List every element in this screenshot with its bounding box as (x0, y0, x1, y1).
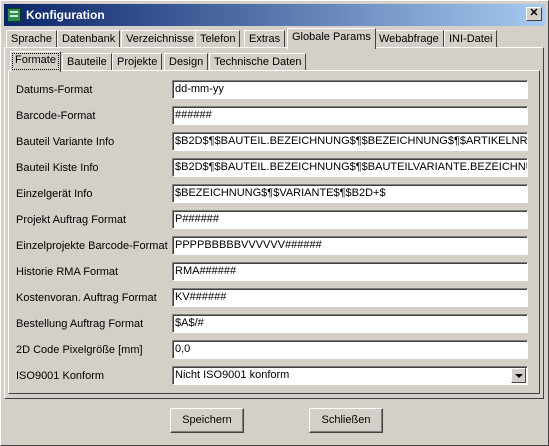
einzelprojekte-barcode-format-field[interactable]: PPPPBBBBBVVVVVV###### (172, 236, 528, 255)
tab-verzeichnisse[interactable]: Verzeichnisse (121, 30, 199, 48)
tab-technische-daten[interactable]: Technische Daten (209, 53, 307, 71)
iso9001-selected-value: Nicht ISO9001 konform (175, 369, 290, 381)
label-bauteil-variante-info: Bauteil Variante Info (16, 136, 115, 148)
close-icon: ✕ (529, 7, 539, 19)
label-einzelprojekte-barcode-format: Einzelprojekte Barcode-Format (16, 240, 168, 252)
label-iso9001-konform: ISO9001 Konform (16, 370, 105, 382)
chevron-down-icon[interactable] (511, 368, 526, 383)
label-kostenvoran-auftrag-format: Kostenvoran. Auftrag Format (16, 292, 157, 304)
main-tab-row: Sprache Datenbank Verzeichnisse Telefon … (6, 28, 536, 49)
tab-formate[interactable]: Formate (10, 51, 61, 72)
title-bar[interactable]: Konfiguration ✕ (4, 4, 545, 26)
tab-bauteile[interactable]: Bauteile (62, 53, 112, 71)
tab-projekte[interactable]: Projekte (112, 53, 163, 71)
tab-sprache[interactable]: Sprache (6, 30, 57, 48)
bauteil-variante-info-field[interactable]: $B2D$¶$BAUTEIL.BEZEICHNUNG$¶$BEZEICHNUNG… (172, 132, 528, 151)
tab-telefon[interactable]: Telefon (195, 30, 241, 48)
sub-tab-row: Formate Bauteile Projekte Design Technis… (10, 51, 310, 72)
label-datums-format: Datums-Format (16, 84, 93, 96)
save-button[interactable]: Speichern (170, 408, 244, 433)
datums-format-field[interactable]: dd-mm-yy (172, 80, 528, 99)
tab-webabfrage[interactable]: Webabfrage (374, 30, 444, 48)
window-title: Konfiguration (26, 8, 105, 22)
label-historie-rma-format: Historie RMA Format (16, 266, 119, 278)
kostenvoran-auftrag-format-field[interactable]: KV###### (172, 288, 528, 307)
iso9001-konform-select[interactable]: Nicht ISO9001 konform (172, 366, 528, 385)
close-button[interactable]: Schließen (309, 408, 383, 433)
tab-datenbank[interactable]: Datenbank (57, 30, 121, 48)
label-2d-code-pixelgroesse: 2D Code Pixelgröße [mm] (16, 344, 143, 356)
label-bestellung-auftrag-format: Bestellung Auftrag Format (16, 318, 144, 330)
projekt-auftrag-format-field[interactable]: P###### (172, 210, 528, 229)
bauteil-kiste-info-field[interactable]: $B2D$¶$BAUTEIL.BEZEICHNUNG$¶$BAUTEILVARI… (172, 158, 528, 177)
tab-globale-params[interactable]: Globale Params (287, 28, 376, 49)
bestellung-auftrag-format-field[interactable]: $A$/# (172, 314, 528, 333)
einzelgeraet-info-field[interactable]: $BEZEICHNUNG$¶$VARIANTE$¶$B2D+$ (172, 184, 528, 203)
label-bauteil-kiste-info: Bauteil Kiste Info (16, 162, 99, 174)
2d-code-pixelgroesse-field[interactable]: 0,0 (172, 340, 528, 359)
tab-ini-datei[interactable]: INI-Datei (444, 30, 498, 48)
label-barcode-format: Barcode-Format (16, 110, 96, 122)
tab-extras[interactable]: Extras (244, 30, 286, 48)
barcode-format-field[interactable]: ###### (172, 106, 528, 125)
label-projekt-auftrag-format: Projekt Auftrag Format (16, 214, 127, 226)
label-einzelgeraet-info: Einzelgerät Info (16, 188, 93, 200)
app-icon (7, 8, 21, 22)
close-window-button[interactable]: ✕ (526, 7, 542, 21)
historie-rma-format-field[interactable]: RMA###### (172, 262, 528, 281)
tab-design[interactable]: Design (164, 53, 209, 71)
